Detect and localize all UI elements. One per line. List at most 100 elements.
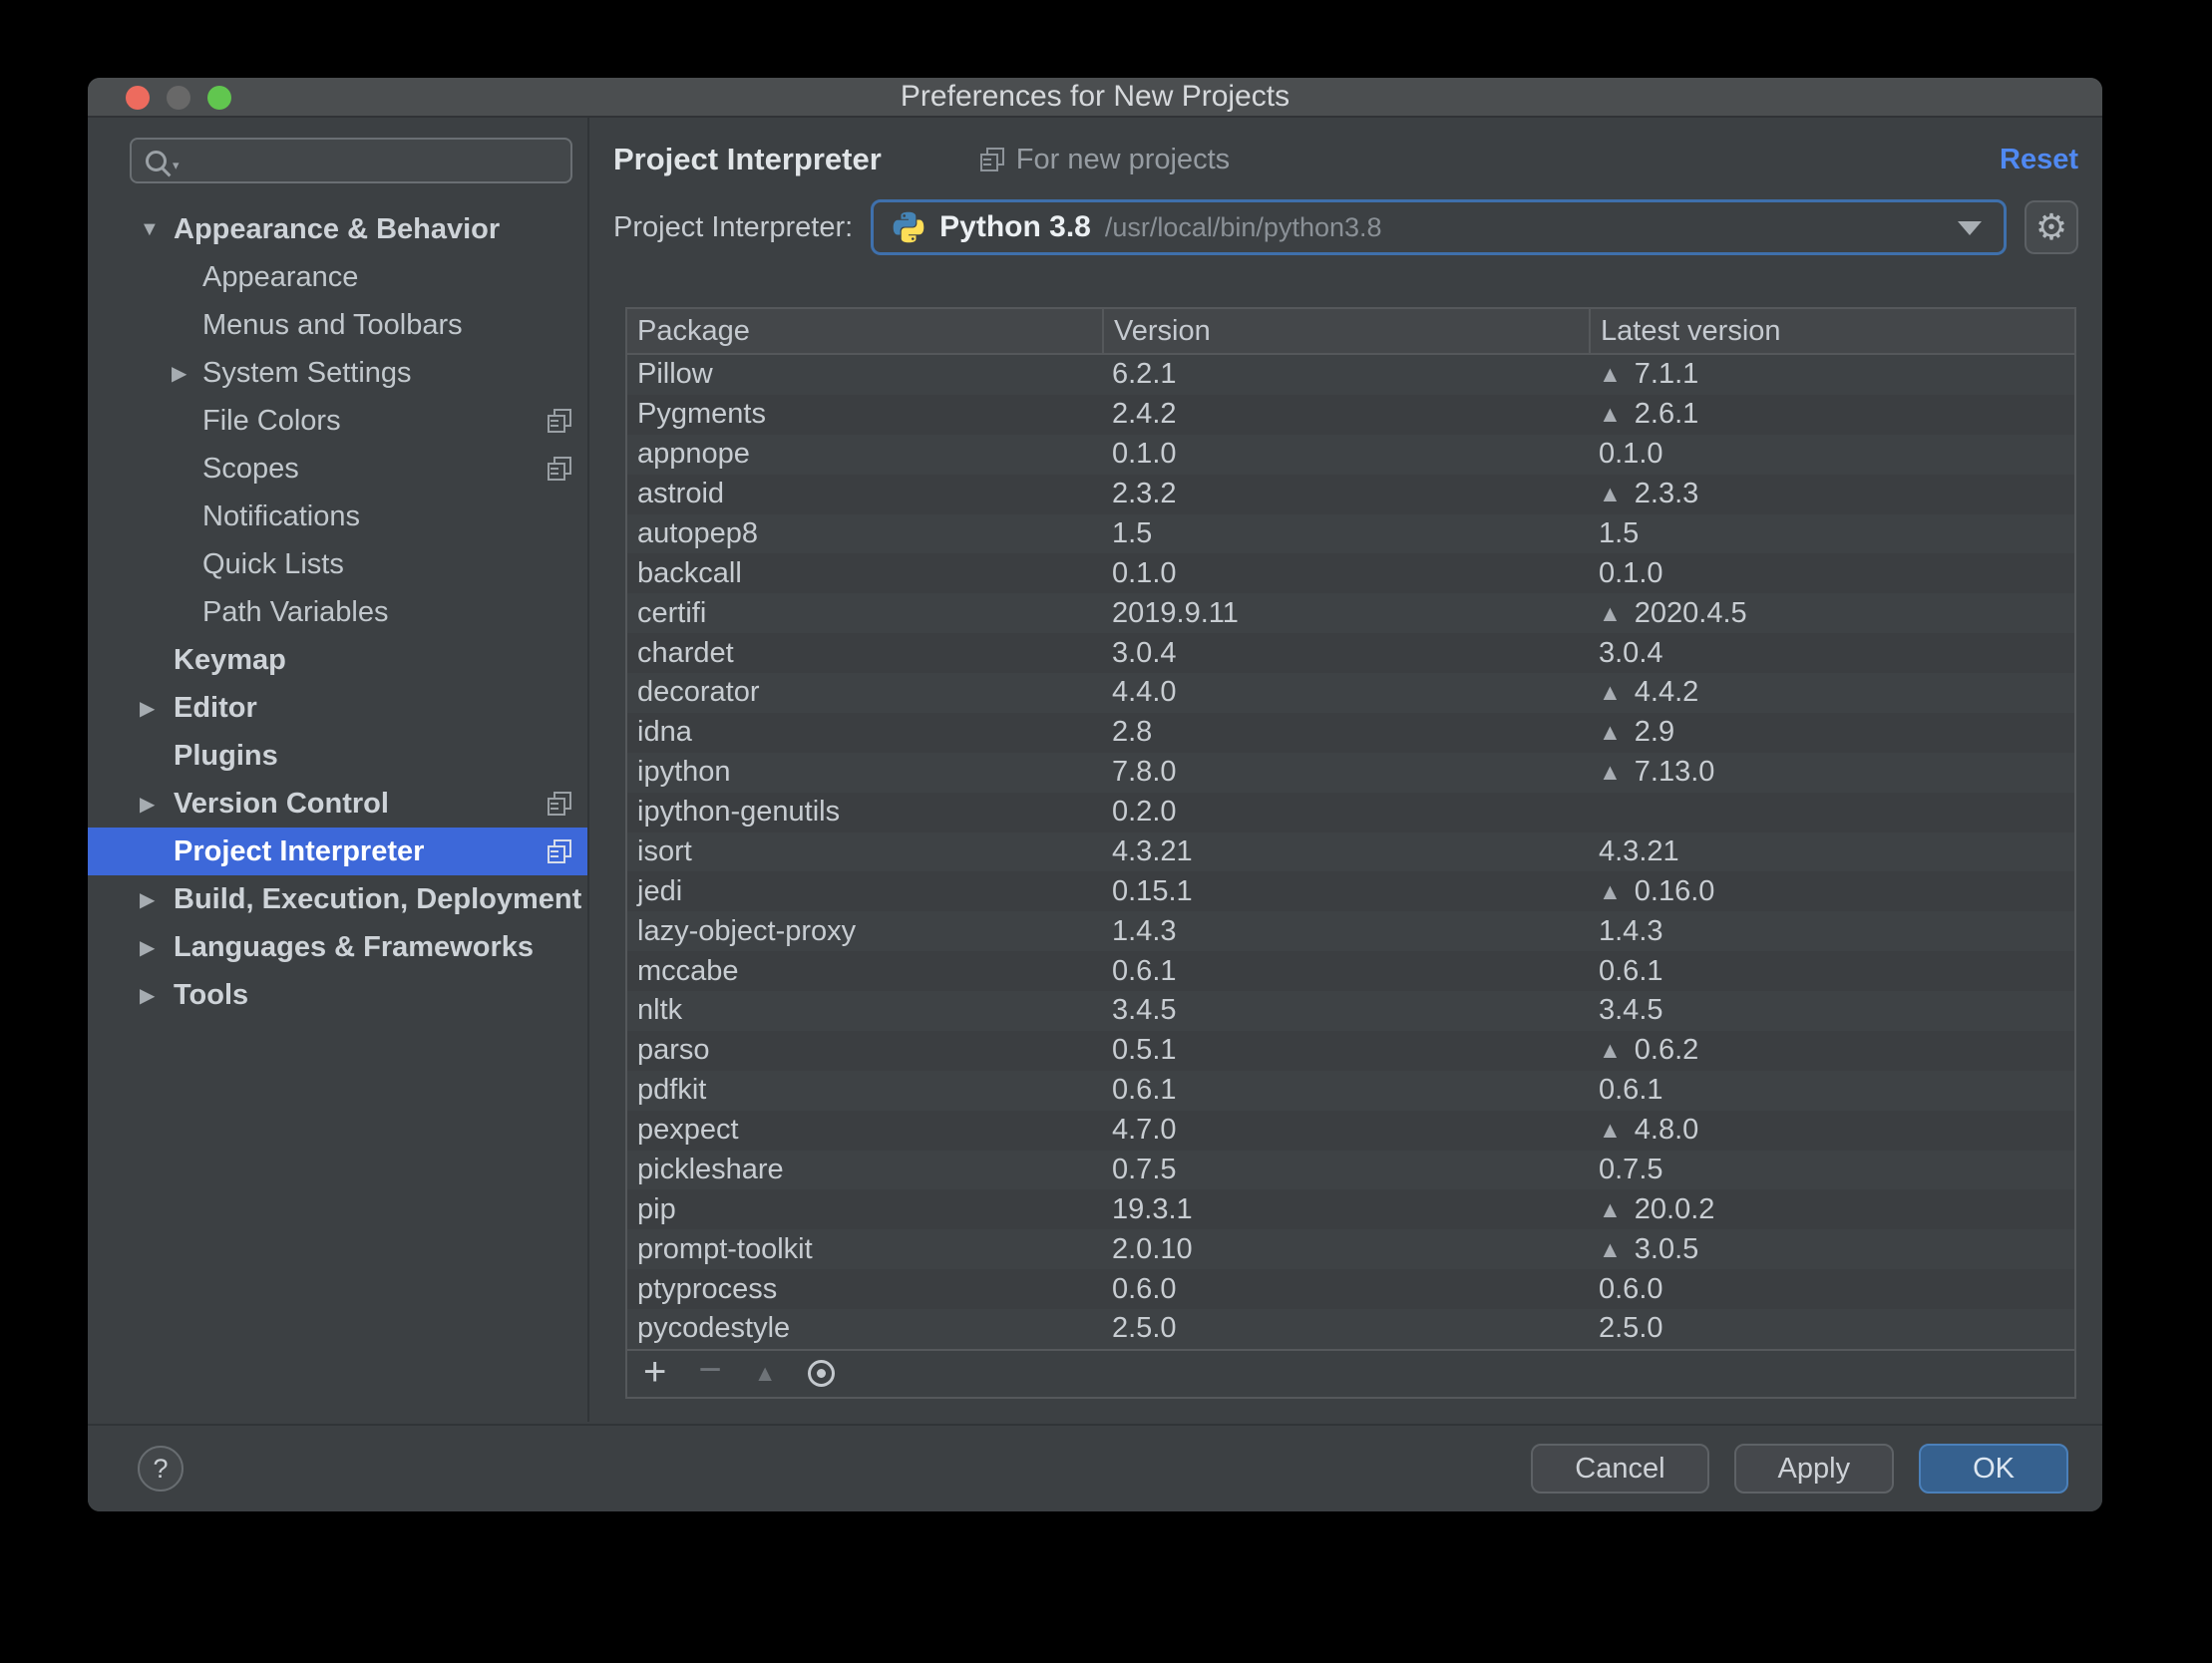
interpreter-path: /usr/local/bin/python3.8 xyxy=(1104,211,1382,242)
cancel-button[interactable]: Cancel xyxy=(1531,1444,1709,1494)
sidebar-item-file-colors[interactable]: File Colors xyxy=(88,397,587,445)
chevron-down-icon[interactable] xyxy=(1958,221,1982,235)
table-row-appnope[interactable]: appnope 0.1.0 0.1.0 xyxy=(627,434,2074,475)
window-title: Preferences for New Projects xyxy=(900,80,1290,113)
sidebar-item-notifications[interactable]: Notifications xyxy=(88,493,587,540)
table-row-pygments[interactable]: Pygments 2.4.2 ▲ 2.6.1 xyxy=(627,394,2074,435)
table-row-decorator[interactable]: decorator 4.4.0 ▲ 4.4.2 xyxy=(627,673,2074,713)
column-header-version: Version xyxy=(1102,309,1589,353)
sidebar-item-path-variables[interactable]: Path Variables xyxy=(88,588,587,636)
table-row-ptyprocess[interactable]: ptyprocess 0.6.0 0.6.0 xyxy=(627,1269,2074,1309)
chevron-right-icon[interactable]: ▶ xyxy=(140,983,174,1008)
help-button[interactable]: ? xyxy=(138,1446,184,1492)
close-button[interactable] xyxy=(126,86,150,110)
chevron-right-icon[interactable]: ▶ xyxy=(140,935,174,960)
sidebar-item-appearance-behavior[interactable]: ▼ Appearance & Behavior xyxy=(88,205,587,253)
show-early-releases-icon[interactable] xyxy=(808,1360,836,1388)
sidebar-item-quick-lists[interactable]: Quick Lists xyxy=(88,540,587,588)
zoom-button[interactable] xyxy=(207,86,231,110)
chevron-right-icon[interactable]: ▶ xyxy=(140,792,174,817)
upgrade-package-icon[interactable]: ▲ xyxy=(754,1362,777,1385)
version-cell: 0.6.0 xyxy=(1112,1272,1177,1305)
settings-sidebar: ▾ ▼ Appearance & Behavior Appearance Menus … xyxy=(88,118,589,1422)
table-row-pycodestyle[interactable]: pycodestyle 2.5.0 2.5.0 xyxy=(627,1309,2074,1349)
page-title: Project Interpreter xyxy=(613,142,882,176)
upgrade-arrow-icon: ▲ xyxy=(1599,1037,1622,1064)
version-cell: 0.2.0 xyxy=(1112,796,1177,829)
latest-version-cell: 0.6.0 xyxy=(1589,1273,2074,1306)
sidebar-item-keymap[interactable]: Keymap xyxy=(88,636,587,684)
table-row-pdfkit[interactable]: pdfkit 0.6.1 0.6.1 xyxy=(627,1070,2074,1111)
sidebar-item-build-execution-deployment[interactable]: ▶ Build, Execution, Deployment xyxy=(88,875,587,923)
latest-version-cell: ▲ 2.9 xyxy=(1589,716,2074,749)
package-name-cell: lazy-object-proxy xyxy=(637,914,857,947)
version-cell: 2.0.10 xyxy=(1112,1232,1193,1265)
chevron-right-icon[interactable]: ▶ xyxy=(172,361,202,386)
chevron-right-icon[interactable]: ▶ xyxy=(140,887,174,912)
table-row-prompt-toolkit[interactable]: prompt-toolkit 2.0.10 ▲ 3.0.5 xyxy=(627,1229,2074,1270)
package-name-cell: ipython xyxy=(637,756,731,789)
search-input[interactable] xyxy=(188,141,570,180)
table-row-pip[interactable]: pip 19.3.1 ▲ 20.0.2 xyxy=(627,1189,2074,1230)
sidebar-item-plugins[interactable]: Plugins xyxy=(88,732,587,780)
version-cell: 19.3.1 xyxy=(1112,1192,1193,1225)
sidebar-item-label: Quick Lists xyxy=(202,547,344,580)
table-row-nltk[interactable]: nltk 3.4.5 3.4.5 xyxy=(627,991,2074,1031)
project-interpreter-panel: Project Interpreter For new projects Res… xyxy=(589,118,2102,1422)
latest-version-cell: ▲ 2020.4.5 xyxy=(1589,597,2074,630)
sidebar-item-languages-frameworks[interactable]: ▶ Languages & Frameworks xyxy=(88,923,587,971)
table-row-autopep8[interactable]: autopep8 1.5 1.5 xyxy=(627,513,2074,554)
reset-link[interactable]: Reset xyxy=(2000,144,2078,176)
sidebar-item-label: Editor xyxy=(174,691,257,724)
traffic-lights xyxy=(126,86,231,110)
table-row-astroid[interactable]: astroid 2.3.2 ▲ 2.3.3 xyxy=(627,474,2074,514)
sidebar-item-version-control[interactable]: ▶ Version Control xyxy=(88,780,587,828)
table-row-pillow[interactable]: Pillow 6.2.1 ▲ 7.1.1 xyxy=(627,355,2074,395)
sidebar-item-menus-and-toolbars[interactable]: Menus and Toolbars xyxy=(88,301,587,349)
duplicate-icon xyxy=(548,409,571,433)
table-row-ipython-genutils[interactable]: ipython-genutils 0.2.0 xyxy=(627,792,2074,832)
sidebar-item-editor[interactable]: ▶ Editor xyxy=(88,684,587,732)
table-row-chardet[interactable]: chardet 3.0.4 3.0.4 xyxy=(627,633,2074,673)
sidebar-item-appearance[interactable]: Appearance xyxy=(88,253,587,301)
uninstall-package-icon[interactable]: − xyxy=(698,1350,721,1390)
version-cell: 6.2.1 xyxy=(1112,358,1177,391)
table-row-isort[interactable]: isort 4.3.21 4.3.21 xyxy=(627,832,2074,872)
table-row-idna[interactable]: idna 2.8 ▲ 2.9 xyxy=(627,712,2074,753)
sidebar-item-system-settings[interactable]: ▶ System Settings xyxy=(88,349,587,397)
table-row-lazy-object-proxy[interactable]: lazy-object-proxy 1.4.3 1.4.3 xyxy=(627,911,2074,952)
sidebar-tree: ▼ Appearance & Behavior Appearance Menus an… xyxy=(88,205,587,1019)
latest-version-value: 0.1.0 xyxy=(1599,438,1663,471)
sidebar-item-label: Path Variables xyxy=(202,595,389,628)
search-options-caret-icon[interactable]: ▾ xyxy=(173,158,180,173)
table-row-pickleshare[interactable]: pickleshare 0.7.5 0.7.5 xyxy=(627,1150,2074,1190)
install-package-icon[interactable]: + xyxy=(643,1352,666,1392)
settings-search-box[interactable]: ▾ xyxy=(130,138,572,183)
interpreter-settings-button[interactable]: ⚙ xyxy=(2025,200,2078,254)
chevron-right-icon[interactable]: ▶ xyxy=(140,696,174,721)
duplicate-icon xyxy=(548,457,571,481)
interpreter-combobox[interactable]: Python 3.8 /usr/local/bin/python3.8 xyxy=(871,199,2007,255)
table-row-jedi[interactable]: jedi 0.15.1 ▲ 0.16.0 xyxy=(627,871,2074,912)
chevron-down-icon[interactable]: ▼ xyxy=(140,218,174,241)
version-cell: 0.1.0 xyxy=(1112,556,1177,589)
table-row-backcall[interactable]: backcall 0.1.0 0.1.0 xyxy=(627,553,2074,594)
table-row-mccabe[interactable]: mccabe 0.6.1 0.6.1 xyxy=(627,951,2074,991)
table-row-ipython[interactable]: ipython 7.8.0 ▲ 7.13.0 xyxy=(627,752,2074,793)
sidebar-item-project-interpreter[interactable]: Project Interpreter xyxy=(88,828,587,875)
table-row-certifi[interactable]: certifi 2019.9.11 ▲ 2020.4.5 xyxy=(627,593,2074,634)
latest-version-value: 0.7.5 xyxy=(1599,1153,1663,1185)
table-row-parso[interactable]: parso 0.5.1 ▲ 0.6.2 xyxy=(627,1030,2074,1071)
table-row-pexpect[interactable]: pexpect 4.7.0 ▲ 4.8.0 xyxy=(627,1110,2074,1151)
version-cell: 0.6.1 xyxy=(1112,1074,1177,1107)
ok-button[interactable]: OK xyxy=(1919,1444,2068,1494)
latest-version-value: 0.6.2 xyxy=(1634,1034,1699,1067)
sidebar-item-scopes[interactable]: Scopes xyxy=(88,445,587,493)
sidebar-item-tools[interactable]: ▶ Tools xyxy=(88,971,587,1019)
package-name-cell: pycodestyle xyxy=(637,1312,791,1345)
minimize-button[interactable] xyxy=(167,86,190,110)
table-body: Pillow 6.2.1 ▲ 7.1.1 Pygments 2.4.2 ▲ 2.6.1 appn… xyxy=(627,355,2074,1349)
package-name-cell: ipython-genutils xyxy=(637,796,841,829)
package-name-cell: chardet xyxy=(637,636,734,669)
apply-button[interactable]: Apply xyxy=(1733,1444,1895,1494)
